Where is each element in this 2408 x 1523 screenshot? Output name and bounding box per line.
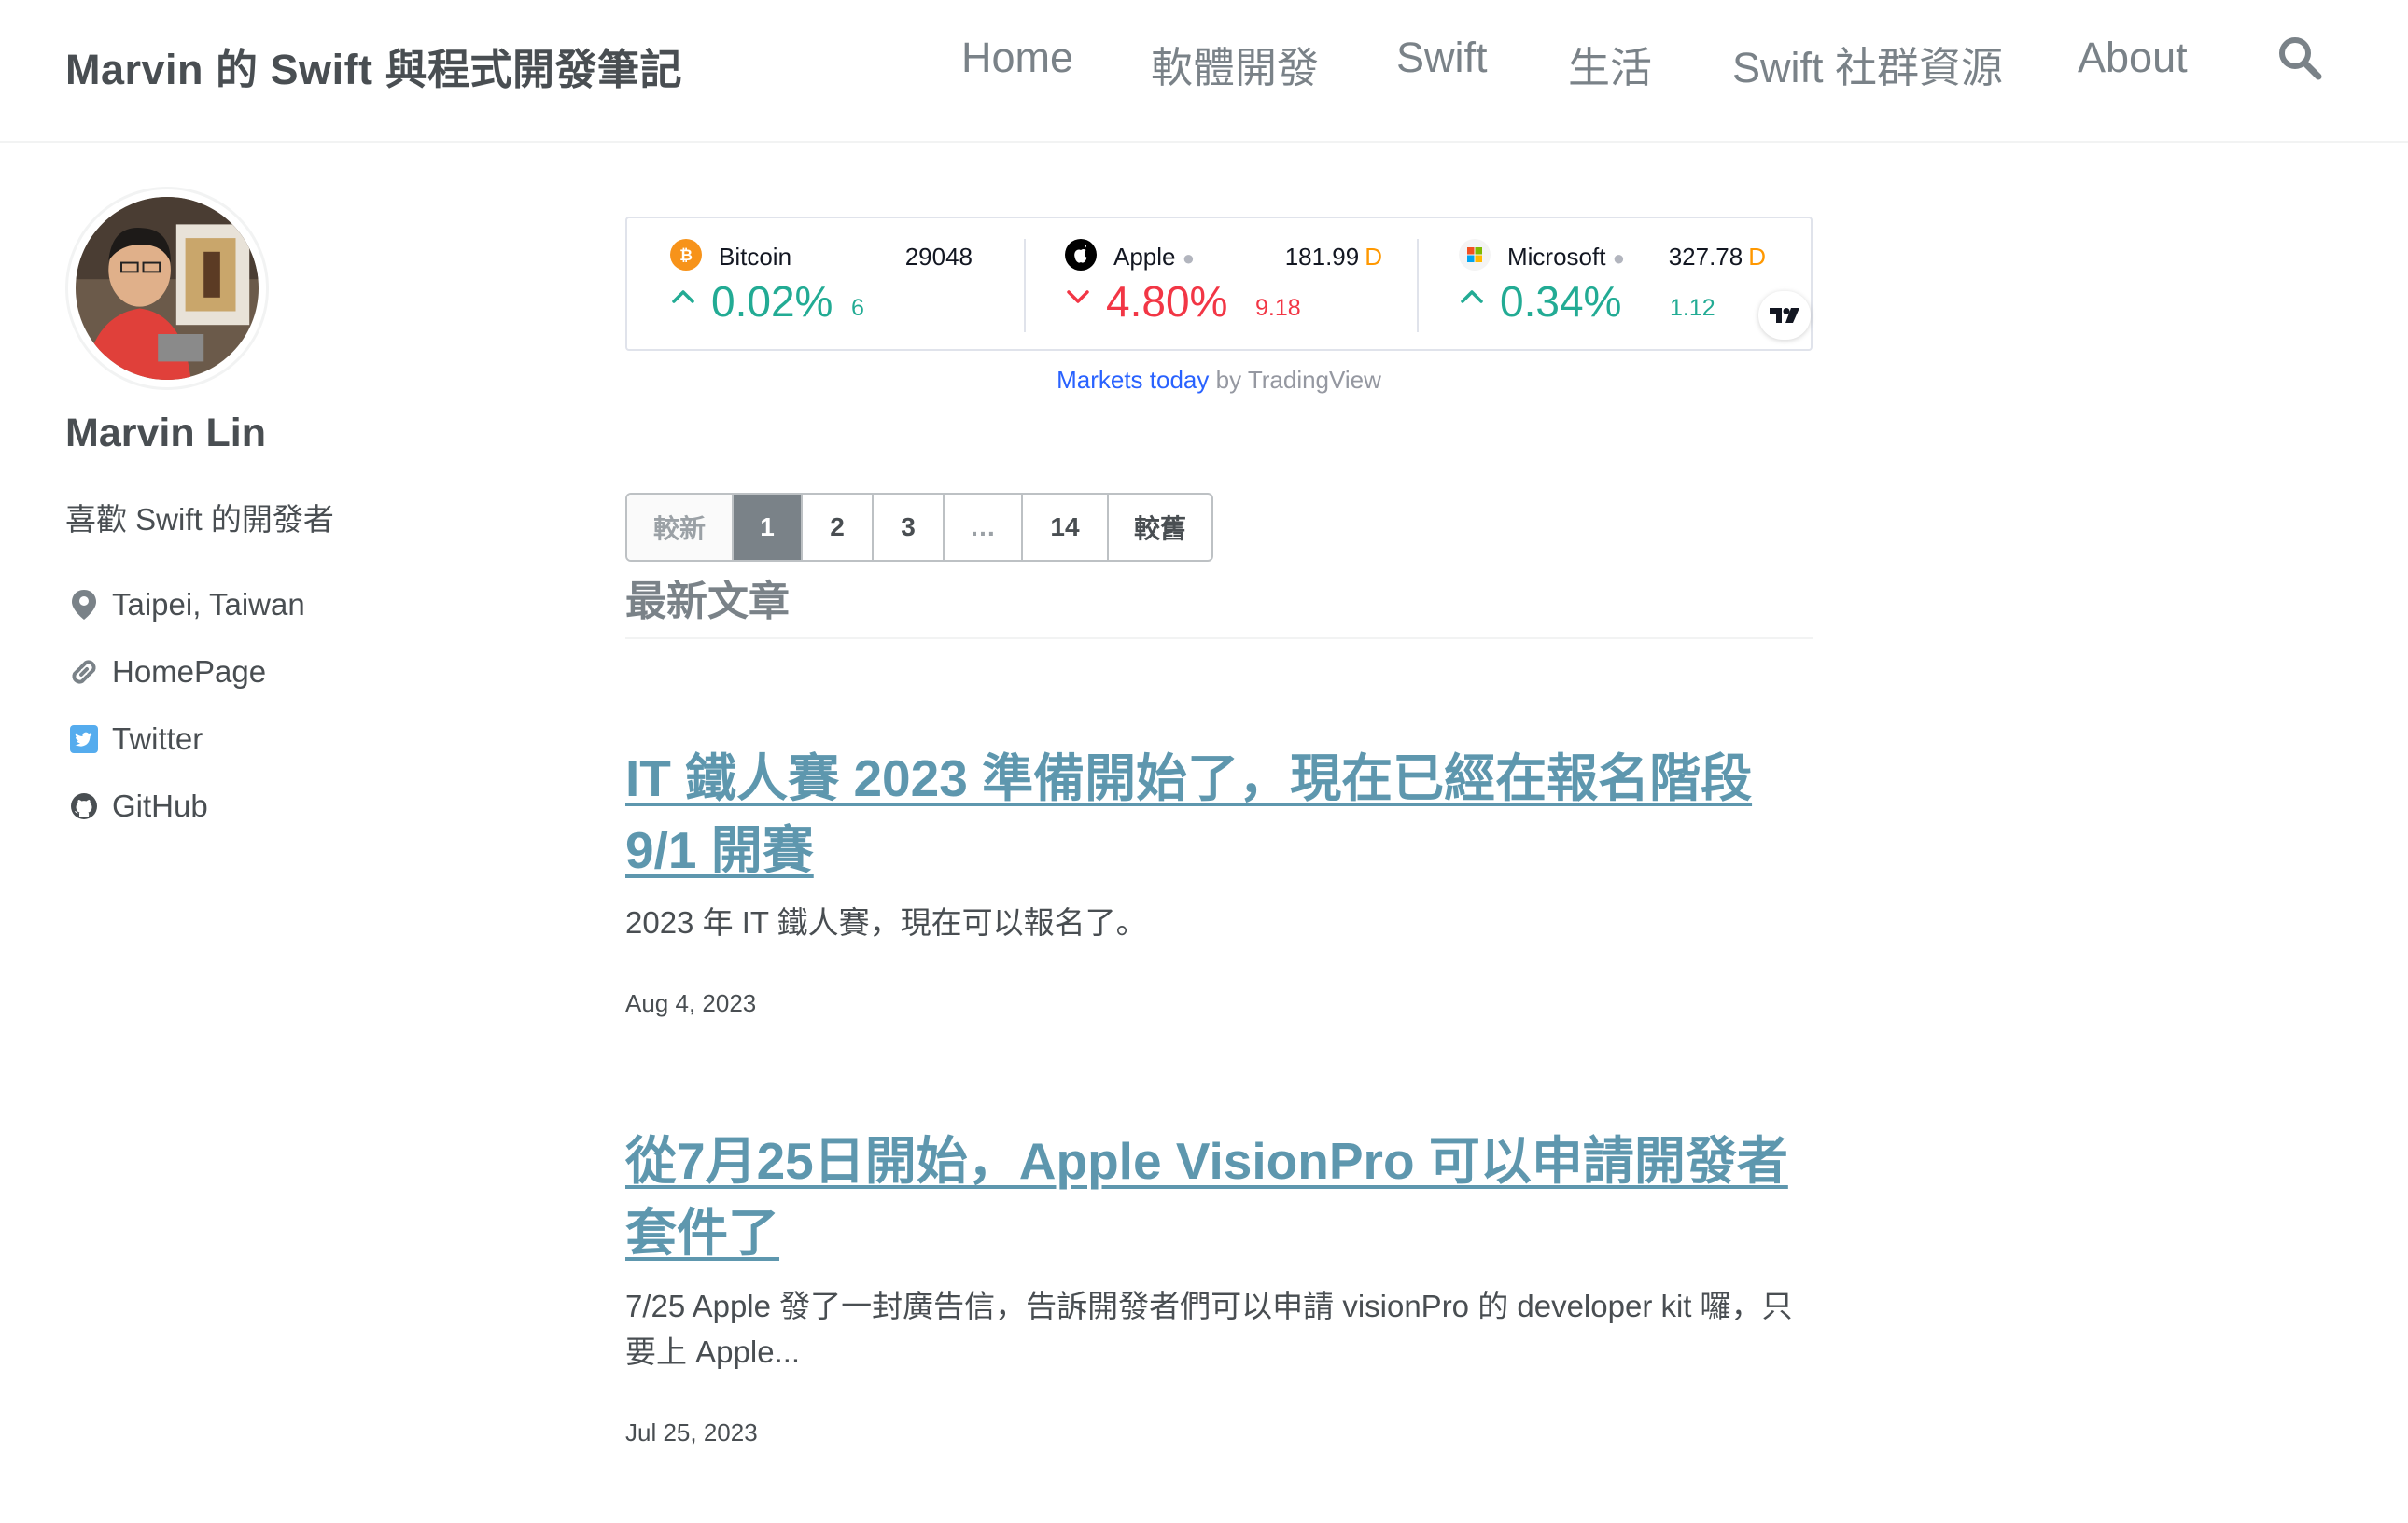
post-title-link[interactable]: IT 鐵人賽 2023 準備開始了，現在已經在報名階段 9/1 開賽 xyxy=(625,749,1752,879)
ticker-item-apple[interactable]: Apple ● 181.99 D 4.80% 9.18 xyxy=(1022,218,1416,349)
section-title: 最新文章 xyxy=(625,579,790,624)
author-name: Marvin Lin xyxy=(65,411,267,455)
markets-today-link[interactable]: Markets today xyxy=(1057,366,1209,394)
arrow-down-icon xyxy=(1067,290,1089,303)
author-location-label: Taipei, Taiwan xyxy=(112,587,305,622)
ticker-item-bitcoin[interactable]: ₿ Bitcoin 29048 0.02% 6 xyxy=(627,218,1019,349)
tradingview-logo-button[interactable] xyxy=(1758,291,1811,340)
author-homepage-link[interactable]: HomePage xyxy=(112,654,266,690)
tradingview-attribution: by TradingView xyxy=(1209,366,1381,394)
tradingview-logo-icon xyxy=(1770,308,1799,323)
pagination-page-3[interactable]: 3 xyxy=(874,495,945,560)
ticker-symbol-label: Microsoft xyxy=(1507,243,1606,271)
ticker-price: 181.99 D xyxy=(1285,243,1382,272)
post-date: Jul 25, 2023 xyxy=(625,1418,758,1446)
ticker-change-absolute: 9.18 xyxy=(1255,295,1301,321)
author-link-github[interactable]: GitHub xyxy=(65,773,305,840)
author-link-homepage[interactable]: HomePage xyxy=(65,638,305,706)
ticker-change-absolute: 6 xyxy=(851,295,864,321)
ticker-price-value: 327.78 xyxy=(1668,243,1743,271)
pagination-ellipsis: … xyxy=(945,495,1023,560)
nav-item-software[interactable]: 軟體開發 xyxy=(1151,34,1319,94)
bitcoin-icon: ₿ xyxy=(670,239,702,271)
section-divider xyxy=(625,637,1813,639)
svg-text:₿: ₿ xyxy=(679,246,693,265)
twitter-icon xyxy=(65,720,103,758)
arrow-up-icon xyxy=(672,290,694,303)
avatar-image xyxy=(76,197,259,380)
author-twitter-link[interactable]: Twitter xyxy=(112,721,203,757)
author-link-location: Taipei, Taiwan xyxy=(65,571,305,638)
post-excerpt: 2023 年 IT 鐵人賽，現在可以報名了。 xyxy=(625,905,1147,940)
nav-item-home[interactable]: Home xyxy=(961,34,1073,82)
nav-item-swift-community[interactable]: Swift 社群資源 xyxy=(1732,34,2003,94)
site-title[interactable]: Marvin 的 Swift 與程式開發筆記 xyxy=(65,35,682,96)
nav-item-about[interactable]: About xyxy=(2078,34,2188,82)
avatar xyxy=(65,187,269,390)
pagination-page-1[interactable]: 1 xyxy=(734,495,803,560)
ticker-symbol-name: Microsoft ● xyxy=(1507,243,1625,271)
microsoft-icon xyxy=(1459,239,1491,271)
post-date: Aug 4, 2023 xyxy=(625,989,757,1017)
post-excerpt: 7/25 Apple 發了一封廣告信，告訴開發者們可以申請 visionPro … xyxy=(625,1289,1793,1369)
ticker-price-suffix: D xyxy=(1365,243,1382,271)
author-bio: 喜歡 Swift 的開發者 xyxy=(65,502,334,537)
search-button[interactable] xyxy=(2275,34,2324,82)
ticker-change-percent: 0.34% xyxy=(1500,277,1622,326)
nav-item-life[interactable]: 生活 xyxy=(1568,34,1652,94)
post-title: 從7月25日開始，Apple VisionPro 可以申請開發者套件了 xyxy=(625,1125,1813,1269)
apple-icon xyxy=(1065,239,1097,271)
search-icon xyxy=(2279,37,2322,80)
ticker-item-microsoft[interactable]: Microsoft ● 327.78 D 0.34% 1.12 xyxy=(1416,218,1813,349)
nav-item-swift[interactable]: Swift xyxy=(1396,34,1488,82)
ticker-price: 327.78 D xyxy=(1669,243,1766,272)
link-icon xyxy=(65,653,103,691)
pagination-page-14[interactable]: 14 xyxy=(1023,495,1109,560)
location-pin-icon xyxy=(65,586,103,623)
market-ticker-widget[interactable]: ₿ Bitcoin 29048 0.02% 6 Apple ● 181.99 D … xyxy=(625,217,1813,351)
ticker-symbol-name: Apple ● xyxy=(1113,243,1196,271)
pagination-newer-button[interactable]: 較新 xyxy=(627,495,734,560)
pagination-older-button[interactable]: 較舊 xyxy=(1109,495,1211,560)
github-icon xyxy=(65,788,103,825)
ticker-price-suffix: D xyxy=(1748,243,1766,271)
ticker-price-value: 29048 xyxy=(904,243,973,271)
author-github-link[interactable]: GitHub xyxy=(112,789,208,824)
ticker-price: 29048 xyxy=(905,243,973,272)
author-links: Taipei, Taiwan HomePage Twitter GitHub xyxy=(65,571,305,840)
ticker-symbol-name: Bitcoin xyxy=(719,243,792,271)
ticker-change-percent: 0.02% xyxy=(711,277,833,326)
arrow-up-icon xyxy=(1461,290,1483,303)
pagination: 較新 1 2 3 … 14 較舊 xyxy=(625,493,1213,562)
post-title: IT 鐵人賽 2023 準備開始了，現在已經在報名階段 9/1 開賽 xyxy=(625,743,1813,887)
post-title-link[interactable]: 從7月25日開始，Apple VisionPro 可以申請開發者套件了 xyxy=(625,1132,1788,1262)
ticker-change-percent: 4.80% xyxy=(1106,277,1228,326)
ticker-symbol-label: Apple xyxy=(1113,243,1176,271)
ticker-price-value: 181.99 xyxy=(1284,243,1360,271)
pagination-page-2[interactable]: 2 xyxy=(803,495,874,560)
author-link-twitter[interactable]: Twitter xyxy=(65,706,305,773)
tradingview-caption: Markets today by TradingView xyxy=(625,366,1813,395)
ticker-change-absolute: 1.12 xyxy=(1670,295,1715,321)
masthead: Marvin 的 Swift 與程式開發筆記 Home 軟體開發 Swift 生… xyxy=(0,0,2408,143)
